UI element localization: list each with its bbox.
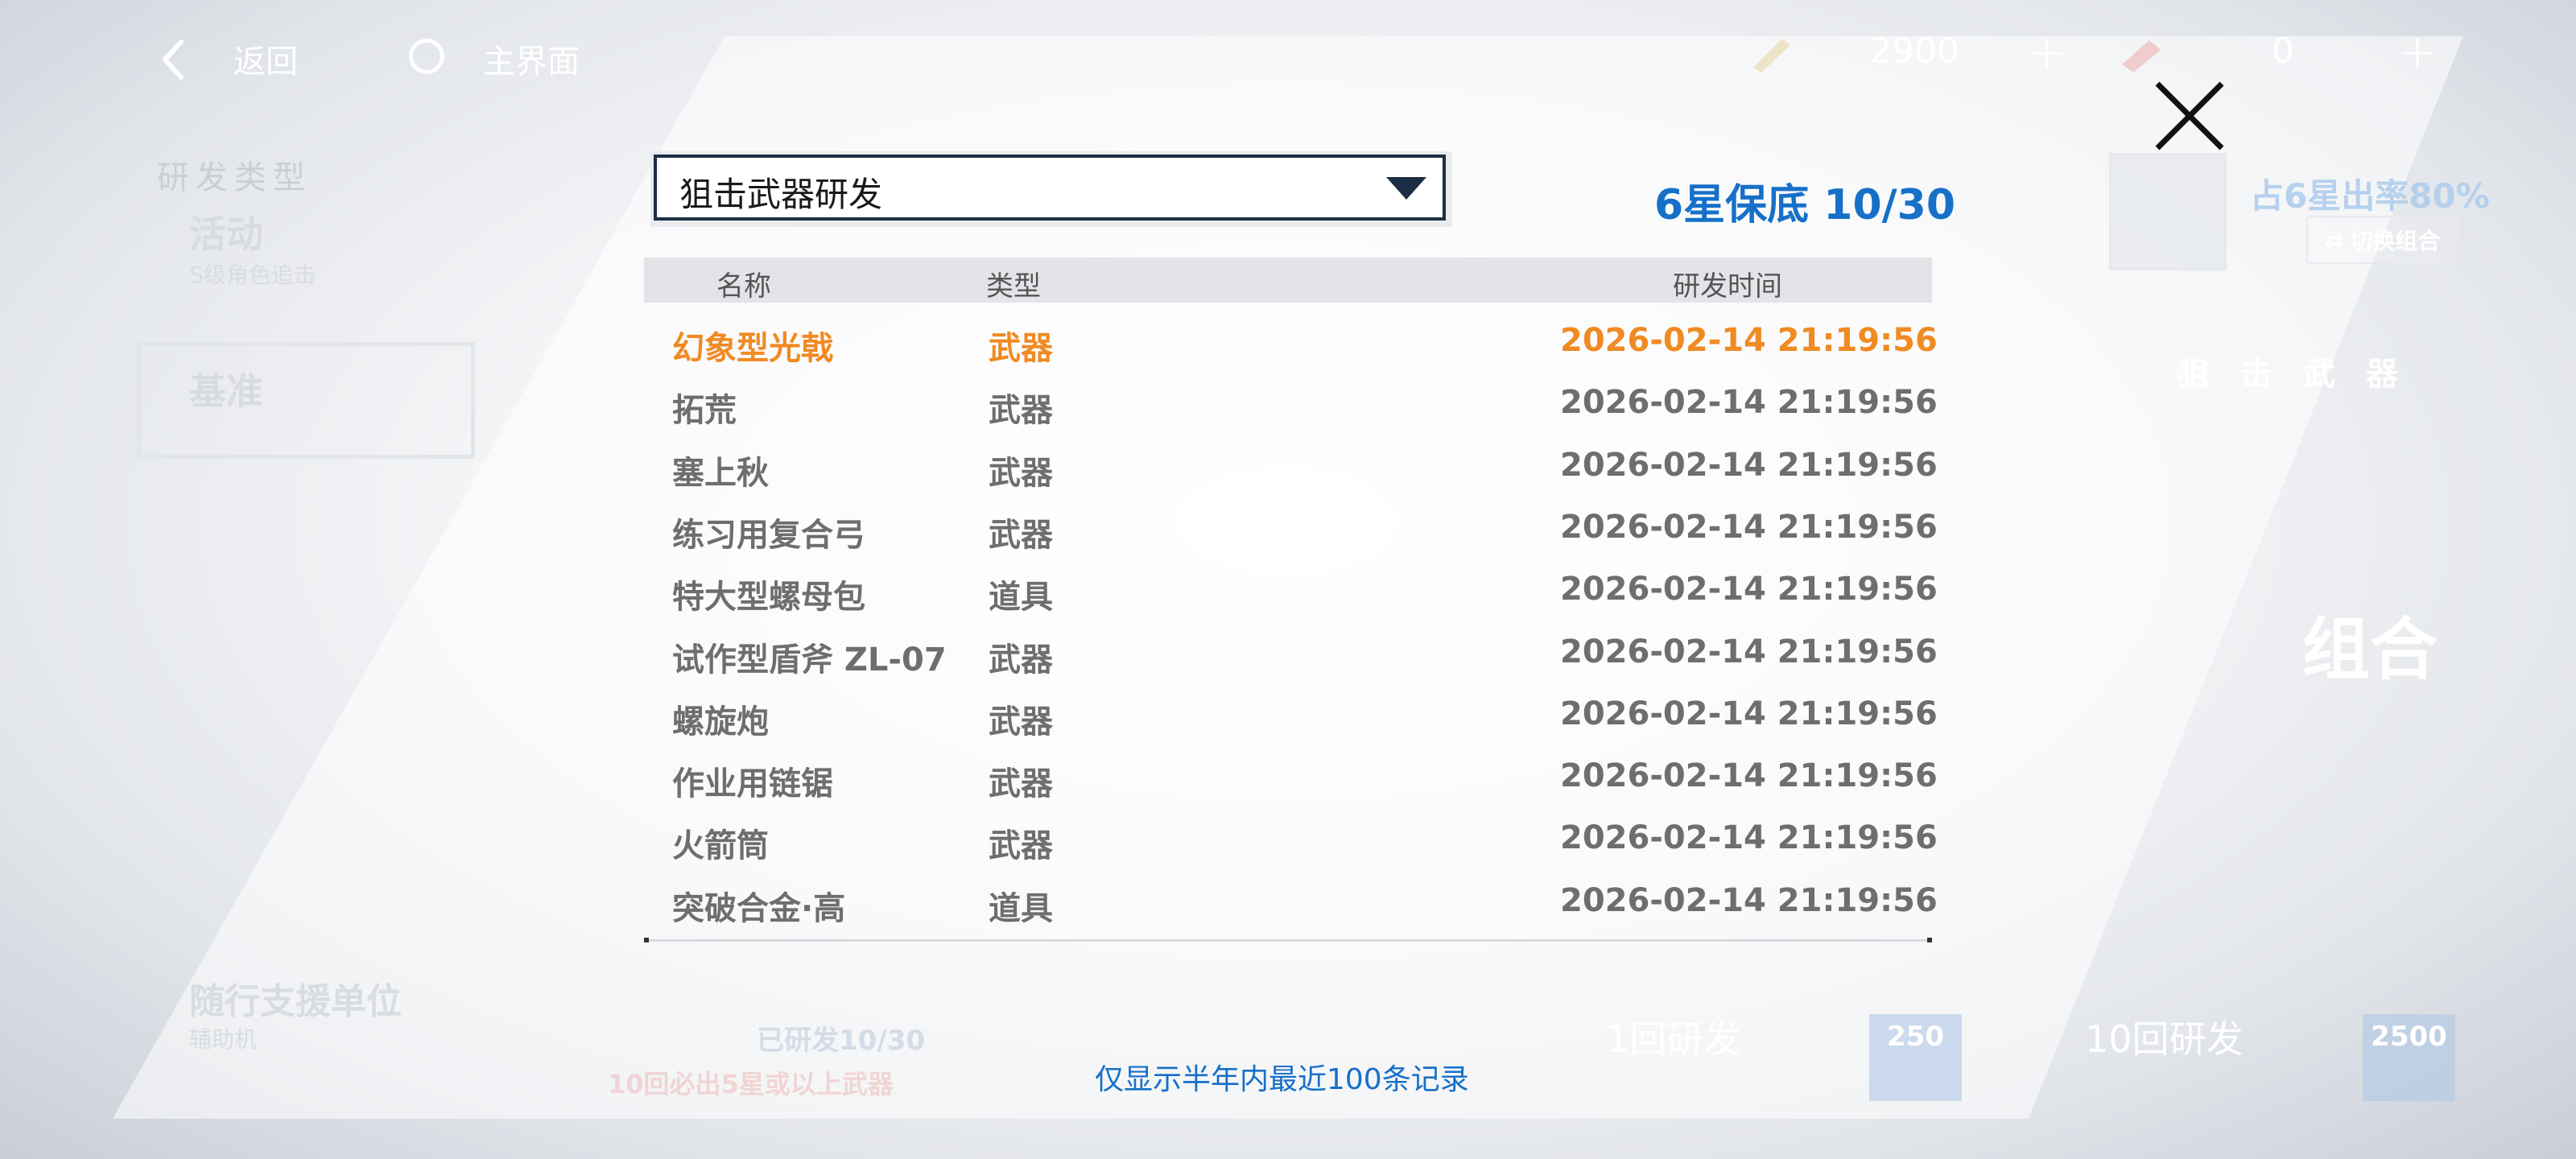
row-name: 特大型螺母包 [672, 579, 865, 617]
row-name: 试作型盾斧 ZL-07 [672, 641, 947, 678]
category-activity[interactable]: 活动 [189, 205, 263, 258]
row-time: 2026-02-14 21:19:56 [1560, 633, 1938, 670]
row-time: 2026-02-14 21:19:56 [1560, 819, 1938, 857]
table-row: 拓荒 武器 2026-02-14 21:19:56 [644, 377, 1938, 439]
weapon-thumbnail[interactable] [2109, 153, 2227, 270]
switch-icon: ⇄ [2324, 226, 2344, 254]
header-name: 名称 [716, 270, 771, 303]
table-row: 螺旋炮 武器 2026-02-14 21:19:56 [644, 689, 1938, 751]
category-support-unit-sub: 辅助机 [189, 1026, 258, 1053]
row-name: 拓荒 [672, 392, 737, 430]
row-type: 武器 [989, 827, 1053, 865]
table-corner-right [1927, 938, 1932, 942]
row-name: 突破合金·高 [672, 889, 846, 927]
row-name: 塞上秋 [672, 454, 769, 492]
research-type-title: 研发类型 [157, 159, 312, 196]
currency-1-value: 2900 [1869, 31, 1959, 72]
row-time: 2026-02-14 21:19:56 [1560, 322, 1938, 359]
row-type: 武器 [989, 454, 1053, 492]
row-time: 2026-02-14 21:19:56 [1560, 384, 1938, 422]
row-type: 武器 [989, 392, 1053, 430]
table-header: 名称 类型 研发时间 [644, 258, 1932, 303]
switch-combination-button[interactable]: ⇄ 切换组合 [2306, 216, 2458, 264]
row-time: 2026-02-14 21:19:56 [1560, 757, 1938, 795]
ticket-currency-icon [2122, 40, 2161, 72]
row-time: 2026-02-14 21:19:56 [1560, 881, 1938, 919]
table-row: 幻象型光戟 武器 2026-02-14 21:19:56 [644, 316, 1938, 377]
table-corner-left [644, 938, 649, 942]
row-time: 2026-02-14 21:19:56 [1560, 446, 1938, 484]
table-row: 突破合金·高 道具 2026-02-14 21:19:56 [644, 876, 1938, 938]
draw-10-cost: 2500 [2363, 1014, 2455, 1101]
category-activity-sub: S级角色追击 [189, 262, 316, 288]
combination-big-text: 组合 [2302, 610, 2438, 689]
category-standard[interactable]: 基准 [189, 362, 263, 415]
category-support-unit[interactable]: 随行支援单位 [189, 972, 402, 1024]
row-type: 道具 [989, 579, 1053, 617]
currency-2-value: 0 [2272, 31, 2294, 72]
table-row: 练习用复合弓 武器 2026-02-14 21:19:56 [644, 502, 1938, 564]
row-type: 武器 [989, 516, 1053, 554]
records-note: 仅显示半年内最近100条记录 [1095, 1063, 1469, 1096]
back-button[interactable]: 返回 [233, 35, 298, 82]
add-currency-2-button[interactable]: + [2397, 24, 2438, 80]
row-type: 武器 [989, 703, 1053, 740]
table-row: 作业用链锯 武器 2026-02-14 21:19:56 [644, 751, 1938, 813]
sniper-weapon-label: 狙击武器 [2178, 356, 2429, 393]
back-arrow-icon[interactable] [157, 35, 189, 84]
table-row: 试作型盾斧 ZL-07 武器 2026-02-14 21:19:56 [644, 627, 1938, 689]
draw-10-button[interactable]: 10回研发 [2085, 1010, 2244, 1063]
row-type: 武器 [989, 641, 1053, 678]
row-type: 武器 [989, 765, 1053, 803]
dropdown-caret-icon [1386, 177, 1426, 200]
row-type: 道具 [989, 889, 1053, 927]
row-time: 2026-02-14 21:19:56 [1560, 695, 1938, 732]
table-bottom-line [644, 939, 1932, 942]
home-button[interactable]: 主界面 [483, 35, 580, 82]
row-name: 作业用链锯 [672, 765, 833, 803]
row-name: 练习用复合弓 [672, 516, 865, 554]
pity-counter: 6星保底 10/30 [1654, 181, 1956, 229]
six-star-rate: 占6星出率80% [2250, 176, 2490, 216]
close-icon[interactable] [2151, 77, 2228, 155]
pen-currency-icon [1753, 39, 1790, 72]
header-time: 研发时间 [1673, 270, 1782, 303]
header-type: 类型 [986, 270, 1041, 303]
row-time: 2026-02-14 21:19:56 [1560, 508, 1938, 546]
row-name: 幻象型光戟 [672, 330, 833, 367]
table-row: 特大型螺母包 道具 2026-02-14 21:19:56 [644, 564, 1938, 626]
add-currency-1-button[interactable]: + [2027, 24, 2067, 80]
research-type-dropdown[interactable]: 狙击武器研发 [654, 155, 1446, 221]
row-type: 武器 [989, 330, 1053, 367]
dropdown-selected-value: 狙击武器研发 [679, 175, 883, 214]
row-name: 螺旋炮 [672, 703, 769, 740]
switch-combination-label: 切换组合 [2350, 228, 2441, 254]
row-time: 2026-02-14 21:19:56 [1560, 571, 1938, 608]
table-row: 火箭筒 武器 2026-02-14 21:19:56 [644, 813, 1938, 875]
category-standard-frame[interactable] [137, 342, 475, 459]
home-circle-icon[interactable] [409, 39, 444, 74]
table-row: 塞上秋 武器 2026-02-14 21:19:56 [644, 440, 1938, 502]
row-name: 火箭筒 [672, 827, 769, 865]
